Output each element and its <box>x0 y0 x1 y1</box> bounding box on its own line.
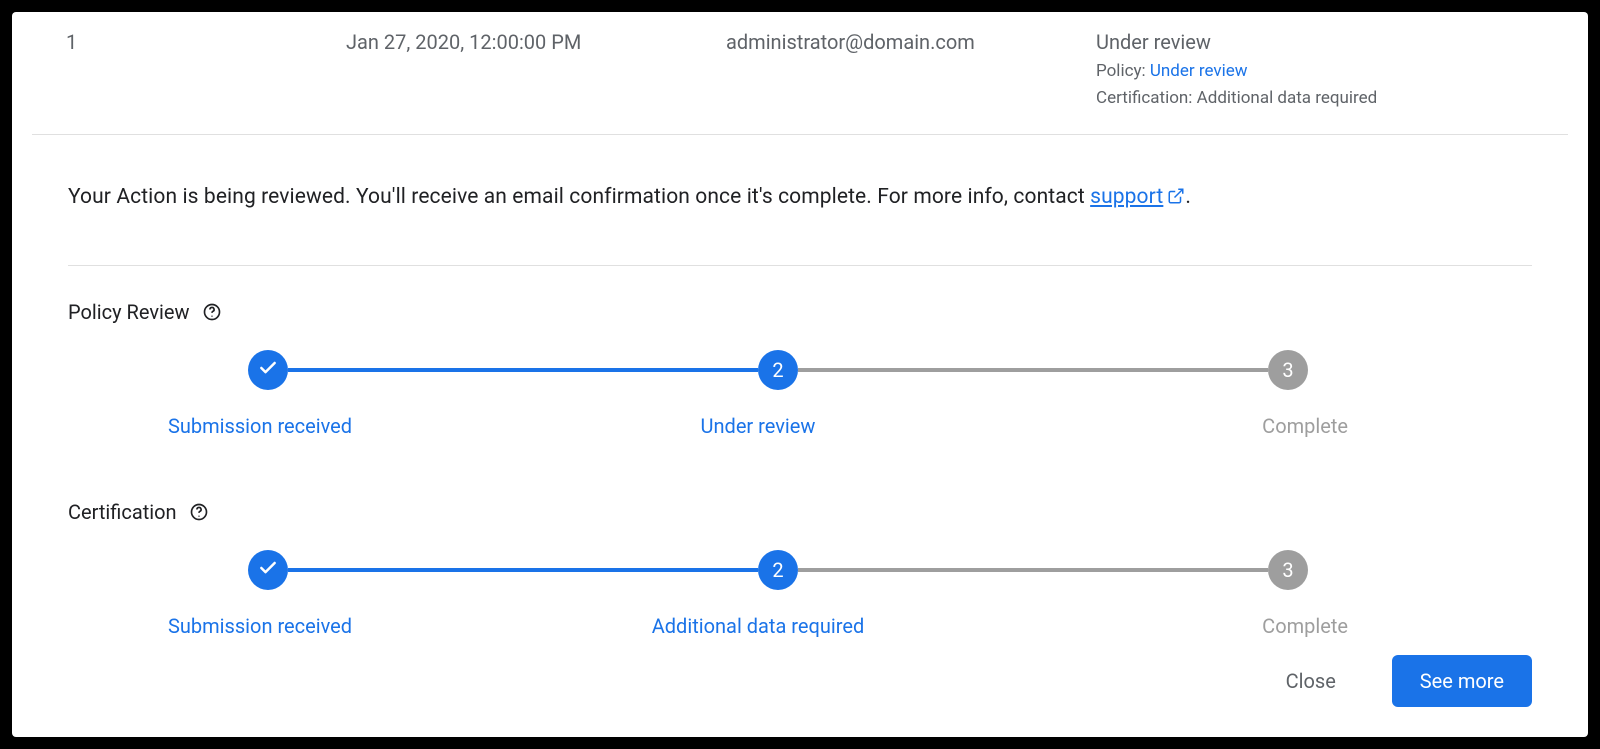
stepper-track: 2 3 <box>248 350 1308 390</box>
step-labels: Submission received Under review Complet… <box>248 414 1308 438</box>
divider <box>68 265 1532 266</box>
certification-status-line: Certification: Additional data required <box>1096 85 1558 112</box>
info-text-before: Your Action is being reviewed. You'll re… <box>68 185 1090 209</box>
submission-id: 1 <box>12 30 346 54</box>
help-icon[interactable] <box>189 502 209 522</box>
window-frame: 1 Jan 27, 2020, 12:00:00 PM administrato… <box>0 0 1600 749</box>
step-label-3: Complete <box>995 414 1348 438</box>
submission-row[interactable]: 1 Jan 27, 2020, 12:00:00 PM administrato… <box>12 12 1588 134</box>
support-link[interactable]: support <box>1090 185 1185 209</box>
content-area: 1 Jan 27, 2020, 12:00:00 PM administrato… <box>12 12 1588 737</box>
policy-status-line: Policy: Under review <box>1096 58 1558 85</box>
step-node-2: 2 <box>758 550 798 590</box>
policy-review-title-row: Policy Review <box>68 300 1532 324</box>
see-more-button[interactable]: See more <box>1392 655 1532 707</box>
policy-review-title: Policy Review <box>68 300 190 324</box>
submission-email: administrator@domain.com <box>726 30 1096 54</box>
step-connector <box>288 368 758 372</box>
step-node-1 <box>248 350 288 390</box>
step-node-3: 3 <box>1268 550 1308 590</box>
step-connector <box>288 568 758 572</box>
check-icon <box>258 358 278 383</box>
check-icon <box>258 558 278 583</box>
stepper-track: 2 3 <box>248 550 1308 590</box>
policy-review-stepper: 2 3 Submission received Under review Com… <box>248 350 1308 438</box>
step-label-2: Under review <box>581 414 934 438</box>
status-headline: Under review <box>1096 30 1558 54</box>
close-button[interactable]: Close <box>1278 665 1344 697</box>
footer-buttons: Close See more <box>1278 655 1532 707</box>
certification-stepper: 2 3 Submission received Additional data … <box>248 550 1308 638</box>
step-labels: Submission received Additional data requ… <box>248 614 1308 638</box>
step-connector <box>798 368 1268 372</box>
step-connector <box>798 568 1268 572</box>
step-node-2: 2 <box>758 350 798 390</box>
certification-title: Certification <box>68 500 177 524</box>
submission-status: Under review Policy: Under review Certif… <box>1096 30 1588 112</box>
step-label-1: Submission received <box>168 414 521 438</box>
certification-status-value: Additional data required <box>1197 88 1378 108</box>
step-label-2: Additional data required <box>581 614 934 638</box>
step-node-3: 3 <box>1268 350 1308 390</box>
submission-date: Jan 27, 2020, 12:00:00 PM <box>346 30 726 54</box>
step-label-3: Complete <box>995 614 1348 638</box>
open-in-new-icon <box>1163 185 1185 209</box>
review-info-text: Your Action is being reviewed. You'll re… <box>68 185 1532 209</box>
details-body: Your Action is being reviewed. You'll re… <box>12 135 1588 737</box>
step-node-1 <box>248 550 288 590</box>
policy-status-link[interactable]: Under review <box>1150 61 1248 81</box>
policy-status-label: Policy: <box>1096 61 1150 81</box>
certification-status-label: Certification: <box>1096 88 1197 108</box>
certification-title-row: Certification <box>68 500 1532 524</box>
help-icon[interactable] <box>202 302 222 322</box>
step-label-1: Submission received <box>168 614 521 638</box>
info-text-after: . <box>1185 185 1191 209</box>
